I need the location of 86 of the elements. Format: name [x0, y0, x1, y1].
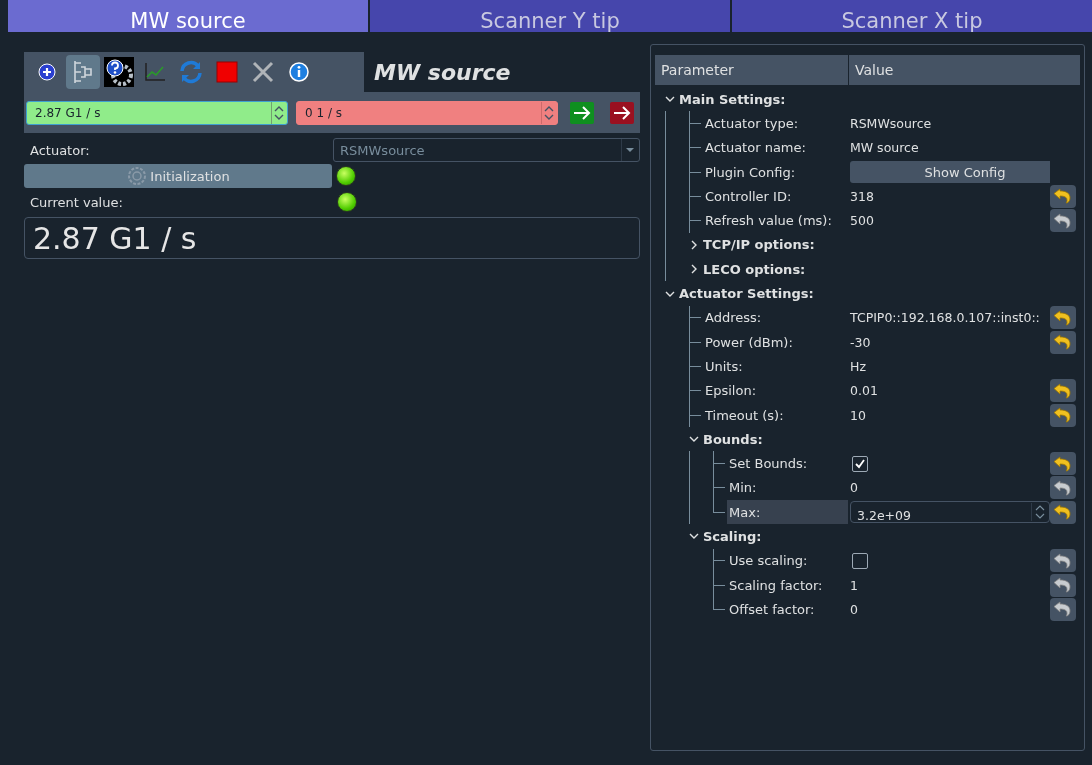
show-config-button[interactable]: Show Config [850, 161, 1050, 184]
reset-button[interactable] [1050, 306, 1076, 330]
parameter-value: -30 [850, 334, 871, 350]
help-gear-icon [104, 57, 134, 87]
parameter-value: TCPIP0::192.168.0.107::inst0:: [850, 310, 1040, 326]
parameter-label[interactable]: Refresh value (ms): [703, 208, 834, 233]
column-header[interactable]: Parameter [655, 55, 848, 85]
tab[interactable]: Scanner X tip [732, 0, 1092, 32]
group-label: Bounds: [703, 430, 763, 449]
reset-button[interactable] [1050, 549, 1076, 573]
initialization-button[interactable]: Initialization [24, 164, 332, 188]
relative-field[interactable]: 0 1 / s [296, 100, 558, 125]
undo-icon [1053, 504, 1073, 521]
parameter-value: MW source [850, 140, 919, 156]
reset-button[interactable] [1050, 184, 1076, 208]
add-icon [38, 63, 56, 81]
parameter-label[interactable]: Epsilon: [703, 378, 759, 403]
parameter-value: 0 [850, 601, 858, 617]
undo-icon [1053, 455, 1073, 472]
undo-icon [1053, 601, 1073, 618]
parameter-label[interactable]: Power (dBm): [703, 329, 795, 355]
parameter-label[interactable]: Offset factor: [727, 597, 817, 622]
reset-button[interactable] [1050, 500, 1076, 524]
parameter-value: 0.01 [850, 383, 878, 399]
stop-icon [216, 61, 238, 83]
undo-icon [1053, 212, 1073, 229]
undo-icon [1053, 577, 1073, 594]
line-chart-icon [144, 62, 166, 82]
parameter-label[interactable]: Controller ID: [703, 184, 794, 209]
reset-button[interactable] [1050, 209, 1076, 233]
parameter-label[interactable]: Set Bounds: [727, 451, 810, 476]
parameter-value: RSMWsource [850, 115, 932, 131]
group-label: Actuator Settings: [679, 285, 814, 303]
checkbox[interactable] [852, 455, 868, 472]
undo-icon [1053, 382, 1073, 399]
parameter-value: Hz [850, 358, 866, 374]
group-label: LECO options: [703, 260, 806, 279]
parameter-value: 1 [850, 577, 858, 593]
parameter-label[interactable]: Actuator type: [703, 111, 801, 136]
undo-icon [1053, 334, 1073, 351]
parameter-value: 0 [850, 480, 858, 496]
parameter-label[interactable]: Units: [703, 354, 745, 379]
number-field[interactable]: 3.2e+09 [850, 501, 1050, 524]
reset-button[interactable] [1050, 573, 1076, 597]
parameter-label[interactable]: Actuator name: [703, 135, 808, 160]
tab[interactable]: MW source [8, 0, 368, 32]
reset-button[interactable] [1050, 476, 1076, 500]
info-icon [289, 62, 309, 82]
gear-icon [126, 165, 149, 187]
tree-icon [72, 59, 94, 85]
parameter-label[interactable]: Address: [703, 305, 764, 330]
checkbox[interactable] [852, 552, 868, 569]
reset-button[interactable] [1050, 597, 1076, 621]
group-label: Scaling: [703, 528, 762, 546]
parameter-value: 10 [850, 407, 866, 423]
reset-button[interactable] [1050, 379, 1076, 403]
parameter-value: 318 [850, 188, 874, 204]
undo-icon [1053, 407, 1073, 423]
absolute-field[interactable]: 2.87 G1 / s [26, 100, 288, 125]
undo-icon [1053, 479, 1073, 496]
actuator-label: Actuator: [29, 142, 91, 158]
current-value-display: 2.87 G1 / s [24, 217, 640, 259]
parameter-label[interactable]: Use scaling: [727, 548, 810, 573]
group-label: TCP/IP options: [703, 236, 815, 255]
undo-icon [1053, 552, 1073, 569]
parameter-value: 500 [850, 213, 874, 229]
parameter-label[interactable]: Timeout (s): [703, 402, 786, 428]
move-relative-button[interactable] [610, 101, 634, 124]
move-absolute-button[interactable] [570, 101, 594, 124]
column-header[interactable]: Value [848, 55, 1080, 85]
reset-button[interactable] [1050, 403, 1076, 427]
refresh-icon [178, 59, 204, 85]
reset-button[interactable] [1050, 452, 1076, 476]
current-value-label: Current value: [29, 194, 124, 210]
undo-icon [1053, 188, 1073, 205]
actuator-title: MW source [364, 52, 520, 92]
parameter-label[interactable]: Plugin Config: [703, 159, 798, 185]
tab[interactable]: Scanner Y tip [370, 0, 730, 32]
group-label: Main Settings: [679, 90, 786, 109]
close-icon [251, 60, 275, 84]
reset-button[interactable] [1050, 330, 1076, 354]
parameter-label[interactable]: Min: [727, 475, 759, 501]
parameter-label[interactable]: Max: [727, 500, 848, 525]
parameter-label[interactable]: Scaling factor: [727, 572, 825, 598]
toolbar-button[interactable] [102, 55, 136, 89]
undo-icon [1053, 309, 1073, 326]
